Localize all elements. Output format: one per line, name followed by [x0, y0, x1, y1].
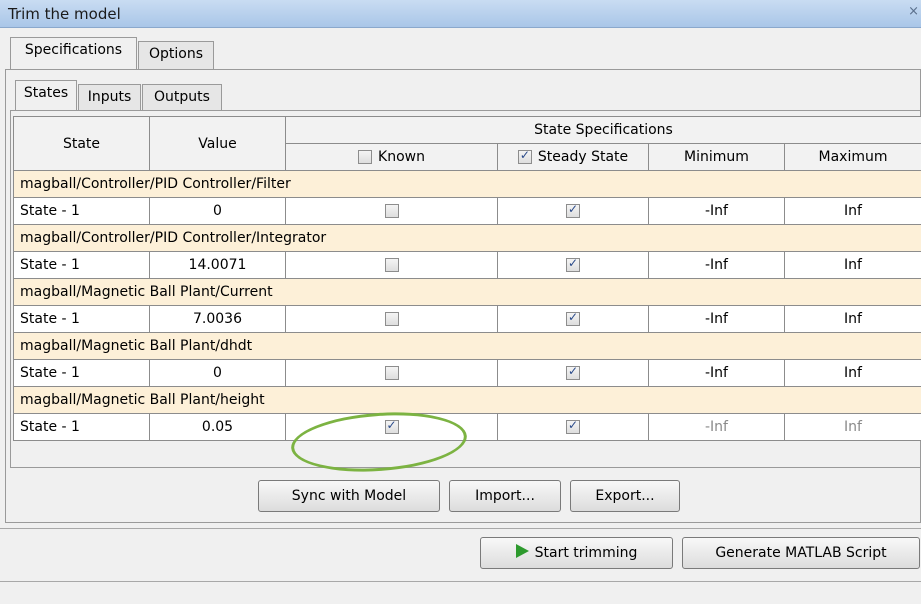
group-row: magball/Controller/PID Controller/Integr… [13, 224, 921, 252]
group-name: magball/Magnetic Ball Plant/Current [13, 278, 921, 306]
known-checkbox[interactable] [384, 258, 399, 272]
group-name: magball/Magnetic Ball Plant/dhdt [13, 332, 921, 360]
steady-state-cell[interactable] [497, 305, 649, 333]
value-cell[interactable]: 0 [149, 197, 286, 225]
steady-state-all-checkbox[interactable] [517, 148, 532, 164]
table-row[interactable]: State - 1 7.0036 -Inf Inf [13, 305, 921, 333]
state-cell: State - 1 [13, 251, 150, 279]
column-header-minimum[interactable]: Minimum [648, 143, 785, 171]
minimum-cell[interactable]: -Inf [648, 305, 785, 333]
group-row: magball/Controller/PID Controller/Filter [13, 170, 921, 198]
steady-state-checkbox[interactable] [566, 418, 580, 434]
value-cell[interactable]: 7.0036 [149, 305, 286, 333]
steady-state-cell[interactable] [497, 359, 649, 387]
table-row[interactable]: State - 1 0 -Inf Inf [13, 359, 921, 387]
known-checkbox[interactable] [384, 366, 399, 380]
column-header-state-specifications: State Specifications [285, 116, 921, 144]
known-cell[interactable] [285, 305, 498, 333]
group-name: magball/Controller/PID Controller/Filter [13, 170, 921, 198]
state-cell: State - 1 [13, 359, 150, 387]
tab-label: Outputs [154, 89, 210, 105]
known-checkbox[interactable] [384, 312, 399, 326]
table-row[interactable]: State - 1 14.0071 -Inf Inf [13, 251, 921, 279]
tab-outputs[interactable]: Outputs [142, 84, 222, 111]
maximum-cell: Inf [784, 413, 921, 441]
tab-label: Specifications [24, 42, 123, 58]
maximum-cell[interactable]: Inf [784, 305, 921, 333]
tab-states[interactable]: States [15, 80, 77, 111]
import-button[interactable]: Import... [449, 480, 561, 512]
steady-state-checkbox[interactable] [566, 256, 580, 272]
column-header-known[interactable]: Known [285, 143, 498, 171]
minimum-cell[interactable]: -Inf [648, 251, 785, 279]
steady-state-cell[interactable] [497, 251, 649, 279]
steady-state-checkbox[interactable] [566, 202, 580, 218]
known-checkbox[interactable] [384, 204, 399, 218]
column-header-steady-state[interactable]: Steady State [497, 143, 649, 171]
group-name: magball/Magnetic Ball Plant/height [13, 386, 921, 414]
start-trimming-label: Start trimming [534, 545, 638, 561]
minimum-cell: -Inf [648, 413, 785, 441]
value-cell[interactable]: 14.0071 [149, 251, 286, 279]
tab-specifications[interactable]: Specifications [10, 37, 137, 70]
steady-state-checkbox[interactable] [566, 310, 580, 326]
state-cell: State - 1 [13, 305, 150, 333]
sync-with-model-button[interactable]: Sync with Model [258, 480, 440, 512]
table-row[interactable]: State - 1 0 -Inf Inf [13, 197, 921, 225]
play-icon [515, 544, 529, 558]
known-cell[interactable] [285, 197, 498, 225]
state-cell: State - 1 [13, 197, 150, 225]
state-cell: State - 1 [13, 413, 150, 441]
maximum-cell[interactable]: Inf [784, 251, 921, 279]
steady-state-cell[interactable] [497, 413, 649, 441]
close-icon[interactable]: × [908, 4, 919, 19]
column-header-state[interactable]: State [13, 116, 150, 171]
column-header-maximum[interactable]: Maximum [784, 143, 921, 171]
minimum-cell[interactable]: -Inf [648, 197, 785, 225]
generate-matlab-script-button[interactable]: Generate MATLAB Script [682, 537, 920, 569]
window-title: Trim the model [8, 5, 121, 23]
export-button[interactable]: Export... [570, 480, 680, 512]
column-label-steady-state: Steady State [537, 149, 629, 165]
table-row[interactable]: State - 1 0.05 -Inf Inf [13, 413, 921, 441]
maximum-cell[interactable]: Inf [784, 359, 921, 387]
known-cell[interactable] [285, 359, 498, 387]
minimum-cell[interactable]: -Inf [648, 359, 785, 387]
separator [0, 528, 921, 529]
group-name: magball/Controller/PID Controller/Integr… [13, 224, 921, 252]
column-label-known: Known [378, 149, 425, 165]
tab-label: Options [148, 46, 204, 62]
group-row: magball/Magnetic Ball Plant/dhdt [13, 332, 921, 360]
window-titlebar: Trim the model × [0, 0, 921, 28]
value-cell[interactable]: 0.05 [149, 413, 286, 441]
tab-label: States [23, 85, 69, 101]
maximum-cell[interactable]: Inf [784, 197, 921, 225]
group-row: magball/Magnetic Ball Plant/Current [13, 278, 921, 306]
known-cell[interactable] [285, 251, 498, 279]
known-all-checkbox[interactable] [358, 150, 373, 164]
column-header-value[interactable]: Value [149, 116, 286, 171]
start-trimming-button[interactable]: Start trimming [480, 537, 673, 569]
separator [0, 581, 921, 582]
group-row: magball/Magnetic Ball Plant/height [13, 386, 921, 414]
value-cell[interactable]: 0 [149, 359, 286, 387]
steady-state-checkbox[interactable] [566, 364, 580, 380]
steady-state-cell[interactable] [497, 197, 649, 225]
tab-options[interactable]: Options [138, 41, 214, 69]
tab-label: Inputs [87, 89, 132, 105]
tab-inputs[interactable]: Inputs [78, 84, 141, 111]
states-table: State Value State Specifications Known S… [13, 116, 921, 441]
